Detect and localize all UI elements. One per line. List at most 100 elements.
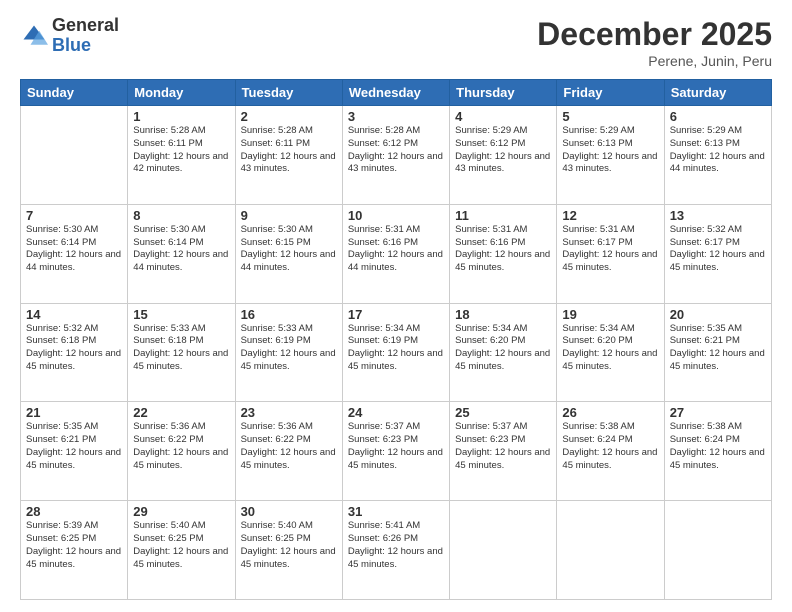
calendar-cell: 28Sunrise: 5:39 AM Sunset: 6:25 PM Dayli… xyxy=(21,501,128,600)
col-tuesday: Tuesday xyxy=(235,80,342,106)
calendar-cell: 21Sunrise: 5:35 AM Sunset: 6:21 PM Dayli… xyxy=(21,402,128,501)
day-number: 19 xyxy=(562,307,658,322)
calendar-cell: 15Sunrise: 5:33 AM Sunset: 6:18 PM Dayli… xyxy=(128,303,235,402)
day-info: Sunrise: 5:34 AM Sunset: 6:20 PM Dayligh… xyxy=(455,323,551,374)
week-row-3: 14Sunrise: 5:32 AM Sunset: 6:18 PM Dayli… xyxy=(21,303,772,402)
calendar-cell: 19Sunrise: 5:34 AM Sunset: 6:20 PM Dayli… xyxy=(557,303,664,402)
calendar-cell: 7Sunrise: 5:30 AM Sunset: 6:14 PM Daylig… xyxy=(21,204,128,303)
calendar-cell: 8Sunrise: 5:30 AM Sunset: 6:14 PM Daylig… xyxy=(128,204,235,303)
day-number: 27 xyxy=(670,405,766,420)
logo-blue: Blue xyxy=(52,36,119,56)
calendar-cell xyxy=(450,501,557,600)
logo-text: General Blue xyxy=(52,16,119,56)
calendar-cell: 16Sunrise: 5:33 AM Sunset: 6:19 PM Dayli… xyxy=(235,303,342,402)
calendar-cell: 20Sunrise: 5:35 AM Sunset: 6:21 PM Dayli… xyxy=(664,303,771,402)
day-info: Sunrise: 5:34 AM Sunset: 6:19 PM Dayligh… xyxy=(348,323,444,374)
day-info: Sunrise: 5:32 AM Sunset: 6:18 PM Dayligh… xyxy=(26,323,122,374)
week-row-4: 21Sunrise: 5:35 AM Sunset: 6:21 PM Dayli… xyxy=(21,402,772,501)
day-info: Sunrise: 5:37 AM Sunset: 6:23 PM Dayligh… xyxy=(455,421,551,472)
calendar-cell: 27Sunrise: 5:38 AM Sunset: 6:24 PM Dayli… xyxy=(664,402,771,501)
day-info: Sunrise: 5:32 AM Sunset: 6:17 PM Dayligh… xyxy=(670,224,766,275)
day-number: 13 xyxy=(670,208,766,223)
day-number: 4 xyxy=(455,109,551,124)
day-info: Sunrise: 5:35 AM Sunset: 6:21 PM Dayligh… xyxy=(26,421,122,472)
day-number: 11 xyxy=(455,208,551,223)
day-info: Sunrise: 5:36 AM Sunset: 6:22 PM Dayligh… xyxy=(133,421,229,472)
day-number: 18 xyxy=(455,307,551,322)
calendar-cell: 2Sunrise: 5:28 AM Sunset: 6:11 PM Daylig… xyxy=(235,106,342,205)
day-info: Sunrise: 5:39 AM Sunset: 6:25 PM Dayligh… xyxy=(26,520,122,571)
logo-icon xyxy=(20,22,48,50)
col-monday: Monday xyxy=(128,80,235,106)
day-info: Sunrise: 5:30 AM Sunset: 6:14 PM Dayligh… xyxy=(133,224,229,275)
month-title: December 2025 xyxy=(537,16,772,53)
calendar-cell: 1Sunrise: 5:28 AM Sunset: 6:11 PM Daylig… xyxy=(128,106,235,205)
calendar-table: Sunday Monday Tuesday Wednesday Thursday… xyxy=(20,79,772,600)
day-info: Sunrise: 5:30 AM Sunset: 6:14 PM Dayligh… xyxy=(26,224,122,275)
day-number: 28 xyxy=(26,504,122,519)
calendar-cell: 26Sunrise: 5:38 AM Sunset: 6:24 PM Dayli… xyxy=(557,402,664,501)
day-info: Sunrise: 5:29 AM Sunset: 6:13 PM Dayligh… xyxy=(670,125,766,176)
day-info: Sunrise: 5:38 AM Sunset: 6:24 PM Dayligh… xyxy=(670,421,766,472)
calendar-cell: 12Sunrise: 5:31 AM Sunset: 6:17 PM Dayli… xyxy=(557,204,664,303)
day-info: Sunrise: 5:41 AM Sunset: 6:26 PM Dayligh… xyxy=(348,520,444,571)
day-number: 6 xyxy=(670,109,766,124)
day-number: 20 xyxy=(670,307,766,322)
day-info: Sunrise: 5:34 AM Sunset: 6:20 PM Dayligh… xyxy=(562,323,658,374)
day-number: 25 xyxy=(455,405,551,420)
calendar-cell: 30Sunrise: 5:40 AM Sunset: 6:25 PM Dayli… xyxy=(235,501,342,600)
calendar-cell xyxy=(557,501,664,600)
day-number: 24 xyxy=(348,405,444,420)
col-friday: Friday xyxy=(557,80,664,106)
calendar-cell: 10Sunrise: 5:31 AM Sunset: 6:16 PM Dayli… xyxy=(342,204,449,303)
col-thursday: Thursday xyxy=(450,80,557,106)
calendar-cell: 24Sunrise: 5:37 AM Sunset: 6:23 PM Dayli… xyxy=(342,402,449,501)
day-number: 12 xyxy=(562,208,658,223)
calendar-cell: 9Sunrise: 5:30 AM Sunset: 6:15 PM Daylig… xyxy=(235,204,342,303)
day-info: Sunrise: 5:35 AM Sunset: 6:21 PM Dayligh… xyxy=(670,323,766,374)
week-row-5: 28Sunrise: 5:39 AM Sunset: 6:25 PM Dayli… xyxy=(21,501,772,600)
day-number: 3 xyxy=(348,109,444,124)
header: General Blue December 2025 Perene, Junin… xyxy=(20,16,772,69)
day-info: Sunrise: 5:33 AM Sunset: 6:19 PM Dayligh… xyxy=(241,323,337,374)
calendar-cell: 25Sunrise: 5:37 AM Sunset: 6:23 PM Dayli… xyxy=(450,402,557,501)
day-info: Sunrise: 5:30 AM Sunset: 6:15 PM Dayligh… xyxy=(241,224,337,275)
calendar-cell: 29Sunrise: 5:40 AM Sunset: 6:25 PM Dayli… xyxy=(128,501,235,600)
title-section: December 2025 Perene, Junin, Peru xyxy=(537,16,772,69)
day-number: 17 xyxy=(348,307,444,322)
day-info: Sunrise: 5:29 AM Sunset: 6:12 PM Dayligh… xyxy=(455,125,551,176)
header-row: Sunday Monday Tuesday Wednesday Thursday… xyxy=(21,80,772,106)
calendar-cell xyxy=(21,106,128,205)
day-info: Sunrise: 5:40 AM Sunset: 6:25 PM Dayligh… xyxy=(133,520,229,571)
day-info: Sunrise: 5:28 AM Sunset: 6:11 PM Dayligh… xyxy=(133,125,229,176)
week-row-1: 1Sunrise: 5:28 AM Sunset: 6:11 PM Daylig… xyxy=(21,106,772,205)
day-info: Sunrise: 5:31 AM Sunset: 6:16 PM Dayligh… xyxy=(455,224,551,275)
day-number: 8 xyxy=(133,208,229,223)
col-wednesday: Wednesday xyxy=(342,80,449,106)
calendar-cell: 17Sunrise: 5:34 AM Sunset: 6:19 PM Dayli… xyxy=(342,303,449,402)
day-number: 1 xyxy=(133,109,229,124)
col-sunday: Sunday xyxy=(21,80,128,106)
day-info: Sunrise: 5:28 AM Sunset: 6:11 PM Dayligh… xyxy=(241,125,337,176)
calendar-cell: 5Sunrise: 5:29 AM Sunset: 6:13 PM Daylig… xyxy=(557,106,664,205)
day-info: Sunrise: 5:38 AM Sunset: 6:24 PM Dayligh… xyxy=(562,421,658,472)
day-number: 31 xyxy=(348,504,444,519)
day-number: 2 xyxy=(241,109,337,124)
day-number: 26 xyxy=(562,405,658,420)
calendar-cell: 3Sunrise: 5:28 AM Sunset: 6:12 PM Daylig… xyxy=(342,106,449,205)
day-number: 30 xyxy=(241,504,337,519)
page: General Blue December 2025 Perene, Junin… xyxy=(0,0,792,612)
calendar-cell xyxy=(664,501,771,600)
day-number: 21 xyxy=(26,405,122,420)
day-info: Sunrise: 5:33 AM Sunset: 6:18 PM Dayligh… xyxy=(133,323,229,374)
day-number: 15 xyxy=(133,307,229,322)
calendar-cell: 13Sunrise: 5:32 AM Sunset: 6:17 PM Dayli… xyxy=(664,204,771,303)
day-info: Sunrise: 5:31 AM Sunset: 6:17 PM Dayligh… xyxy=(562,224,658,275)
calendar-cell: 22Sunrise: 5:36 AM Sunset: 6:22 PM Dayli… xyxy=(128,402,235,501)
day-info: Sunrise: 5:37 AM Sunset: 6:23 PM Dayligh… xyxy=(348,421,444,472)
day-number: 7 xyxy=(26,208,122,223)
day-info: Sunrise: 5:40 AM Sunset: 6:25 PM Dayligh… xyxy=(241,520,337,571)
day-info: Sunrise: 5:28 AM Sunset: 6:12 PM Dayligh… xyxy=(348,125,444,176)
calendar-cell: 6Sunrise: 5:29 AM Sunset: 6:13 PM Daylig… xyxy=(664,106,771,205)
calendar-cell: 4Sunrise: 5:29 AM Sunset: 6:12 PM Daylig… xyxy=(450,106,557,205)
